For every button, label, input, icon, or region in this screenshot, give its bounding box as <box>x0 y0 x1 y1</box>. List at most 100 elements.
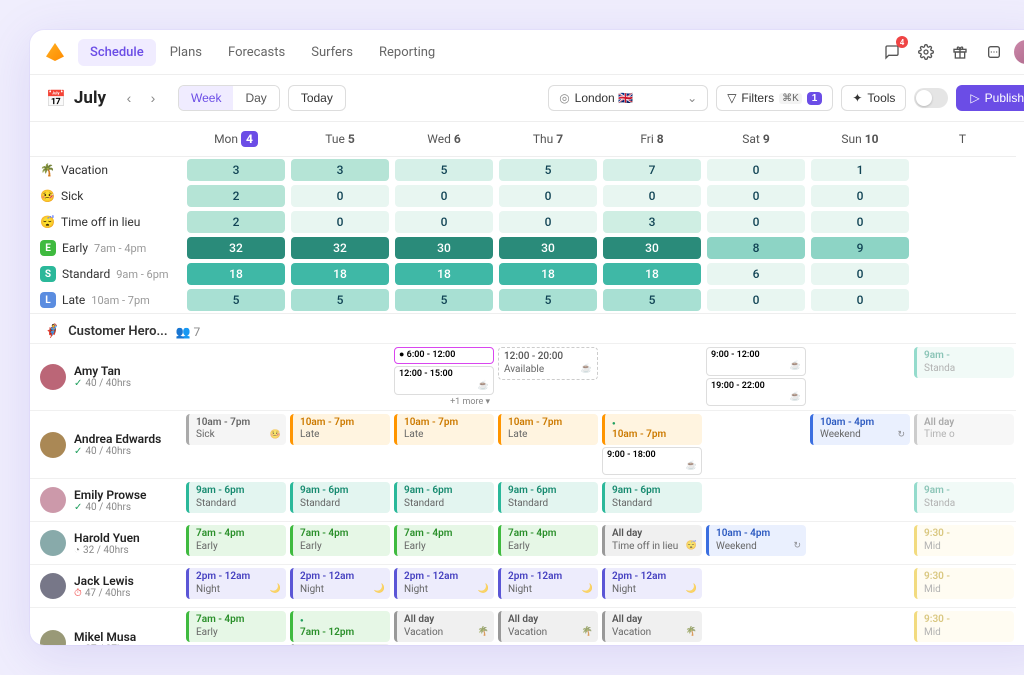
shift-block[interactable]: 9am -Standa <box>914 347 1014 378</box>
schedule-cell[interactable]: 10am - 7pmSick🤒 <box>184 410 288 479</box>
summary-cell[interactable]: 0 <box>704 209 808 235</box>
day-header[interactable]: Sat9 <box>704 122 808 157</box>
shift-block[interactable]: 9:00 - 18:00☕ <box>602 447 702 476</box>
shift-block[interactable]: 2pm - 12amNight🌙 <box>394 568 494 599</box>
summary-cell[interactable]: 2 <box>184 183 288 209</box>
schedule-cell[interactable]: 9:30 -Mid <box>912 564 1016 607</box>
publish-button[interactable]: ▷ Publish <box>956 85 1024 111</box>
group-header[interactable]: 🦸Customer Hero...👥 7 <box>30 313 1016 343</box>
shift-block[interactable]: 9am - 6pmStandard <box>602 482 702 513</box>
today-button[interactable]: Today <box>288 85 346 111</box>
nav-link-plans[interactable]: Plans <box>158 39 214 66</box>
schedule-cell[interactable] <box>704 607 808 645</box>
summary-cell[interactable] <box>912 183 1016 209</box>
summary-cell[interactable]: 30 <box>392 235 496 261</box>
schedule-cell[interactable]: 2pm - 12amNight🌙 <box>600 564 704 607</box>
summary-cell[interactable]: 18 <box>184 261 288 287</box>
day-header[interactable]: Sun10 <box>808 122 912 157</box>
shift-block[interactable]: 10am - 7pmLate <box>394 414 494 445</box>
schedule-cell[interactable]: All dayVacation🌴 <box>496 607 600 645</box>
summary-cell[interactable]: 0 <box>808 209 912 235</box>
schedule-cell[interactable]: 10am - 7pmLate <box>288 410 392 479</box>
shift-block[interactable]: 12:00 - 20:00Available☕ <box>498 347 598 380</box>
summary-cell[interactable] <box>912 209 1016 235</box>
summary-cell[interactable] <box>912 261 1016 287</box>
schedule-cell[interactable]: 9am - 6pmStandard <box>288 478 392 521</box>
view-day[interactable]: Day <box>233 86 278 110</box>
schedule-cell[interactable]: 10am - 7pmLate <box>496 410 600 479</box>
shift-block[interactable]: 9am - 6pmStandard <box>290 482 390 513</box>
location-select[interactable]: ◎London 🇬🇧 ⌄ <box>548 85 708 111</box>
shift-block[interactable]: 9am - 6pmStandard <box>186 482 286 513</box>
summary-cell[interactable]: 6 <box>704 261 808 287</box>
schedule-cell[interactable]: 7am - 4pmEarly <box>392 521 496 564</box>
schedule-cell[interactable]: 7am - 12pmFrom 12pm🌴 <box>288 607 392 645</box>
schedule-cell[interactable] <box>704 564 808 607</box>
chat-icon[interactable]: 4 <box>878 38 906 66</box>
summary-cell[interactable]: 2 <box>184 209 288 235</box>
summary-cell[interactable]: 9 <box>808 235 912 261</box>
summary-cell[interactable]: 3 <box>184 157 288 183</box>
summary-cell[interactable]: 5 <box>600 287 704 313</box>
shift-block[interactable]: 7am - 4pmEarly <box>498 525 598 556</box>
shift-block[interactable]: 2pm - 12amNight🌙 <box>186 568 286 599</box>
summary-cell[interactable]: 0 <box>392 209 496 235</box>
nav-link-forecasts[interactable]: Forecasts <box>216 39 297 66</box>
person-cell[interactable]: Amy Tan✓ 40 / 40hrs <box>30 343 184 410</box>
summary-cell[interactable]: 18 <box>496 261 600 287</box>
view-toggle[interactable] <box>914 88 948 108</box>
schedule-cell[interactable]: 10am - 4pmWeekend↻ <box>808 410 912 479</box>
person-cell[interactable]: Andrea Edwards✓ 40 / 40hrs <box>30 410 184 479</box>
summary-cell[interactable]: 8 <box>704 235 808 261</box>
schedule-cell[interactable]: 2pm - 12amNight🌙 <box>184 564 288 607</box>
shift-block[interactable]: 19:00 - 22:00☕ <box>706 378 806 407</box>
user-avatar[interactable] <box>1014 40 1024 64</box>
summary-cell[interactable]: 18 <box>392 261 496 287</box>
summary-cell[interactable]: 1 <box>808 157 912 183</box>
summary-cell[interactable]: 7 <box>600 157 704 183</box>
schedule-cell[interactable]: 10am - 7pm9:00 - 18:00☕ <box>600 410 704 479</box>
summary-cell[interactable]: 30 <box>600 235 704 261</box>
shift-block[interactable]: All dayVacation🌴 <box>498 611 598 642</box>
summary-cell[interactable]: 0 <box>288 183 392 209</box>
person-cell[interactable]: Emily Prowse✓ 40 / 40hrs <box>30 478 184 521</box>
summary-cell[interactable] <box>912 157 1016 183</box>
shift-block[interactable]: 10am - 7pmLate <box>290 414 390 445</box>
summary-cell[interactable]: 0 <box>600 183 704 209</box>
summary-cell[interactable]: 3 <box>600 209 704 235</box>
shift-block[interactable]: 9:00 - 12:00☕ <box>706 347 806 376</box>
apps-icon[interactable] <box>980 38 1008 66</box>
shift-block[interactable]: 10am - 4pmWeekend↻ <box>706 525 806 556</box>
shift-block[interactable]: 2pm - 12amNight🌙 <box>290 568 390 599</box>
summary-cell[interactable]: 0 <box>704 157 808 183</box>
shift-block[interactable]: 9am -Standa <box>914 482 1014 513</box>
schedule-cell[interactable]: 12:00 - 20:00Available☕ <box>496 343 600 410</box>
summary-cell[interactable]: 0 <box>808 261 912 287</box>
schedule-cell[interactable]: 2pm - 12amNight🌙 <box>392 564 496 607</box>
schedule-cell[interactable] <box>704 410 808 479</box>
summary-cell[interactable]: 32 <box>184 235 288 261</box>
nav-link-reporting[interactable]: Reporting <box>367 39 447 66</box>
shift-block[interactable]: 10am - 7pmLate <box>498 414 598 445</box>
shift-block[interactable]: 10am - 7pm <box>602 414 702 445</box>
schedule-cell[interactable] <box>184 343 288 410</box>
summary-cell[interactable]: 5 <box>392 157 496 183</box>
schedule-cell[interactable]: All dayVacation🌴 <box>392 607 496 645</box>
day-header[interactable]: Wed6 <box>392 122 496 157</box>
summary-cell[interactable]: 0 <box>288 209 392 235</box>
shift-block[interactable]: ● 6:00 - 12:00 <box>394 347 494 364</box>
schedule-cell[interactable] <box>808 343 912 410</box>
shift-block[interactable]: 2pm - 12amNight🌙 <box>498 568 598 599</box>
shift-block[interactable]: 10am - 7pmSick🤒 <box>186 414 286 445</box>
summary-cell[interactable]: 0 <box>496 209 600 235</box>
schedule-cell[interactable]: All dayTime off in lieu😴 <box>600 521 704 564</box>
shift-block[interactable]: 9am - 6pmStandard <box>498 482 598 513</box>
shift-block[interactable]: 7am - 4pmEarly <box>186 525 286 556</box>
gear-icon[interactable] <box>912 38 940 66</box>
schedule-cell[interactable] <box>600 343 704 410</box>
schedule-cell[interactable]: 9am -Standa <box>912 343 1016 410</box>
schedule-cell[interactable]: 9:30 -Mid <box>912 521 1016 564</box>
summary-cell[interactable]: 5 <box>392 287 496 313</box>
summary-cell[interactable]: 32 <box>288 235 392 261</box>
summary-cell[interactable]: 0 <box>808 287 912 313</box>
